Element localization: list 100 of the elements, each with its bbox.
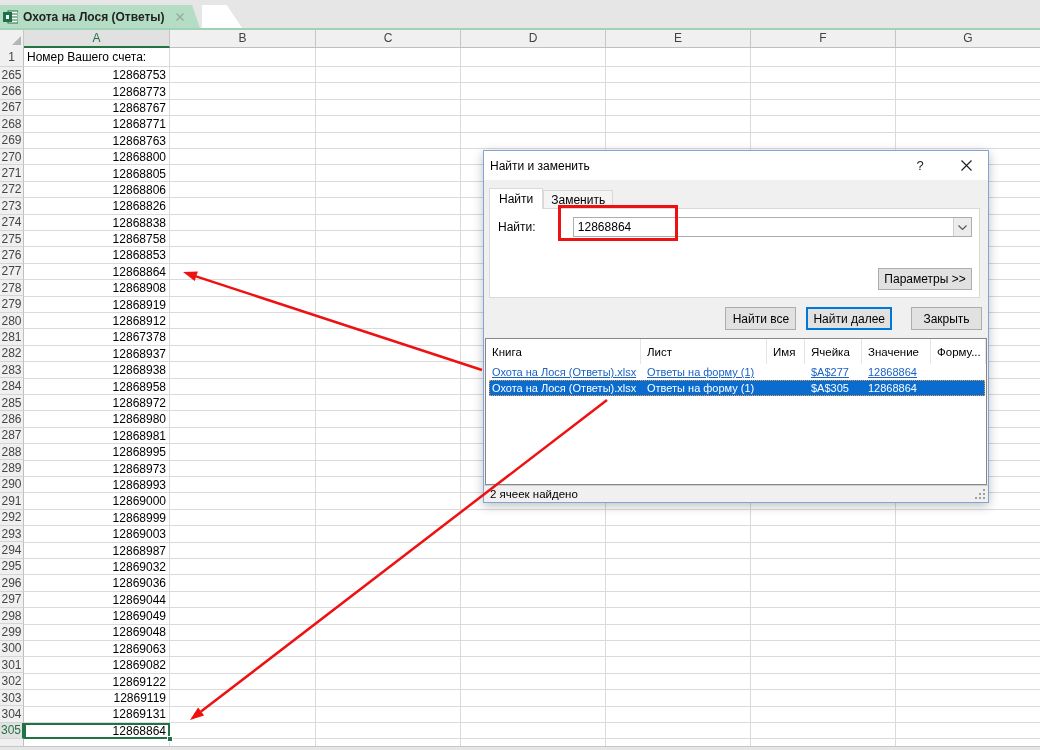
table-cell[interactable]: Номер Вашего счета: <box>24 47 170 67</box>
spreadsheet-icon <box>3 9 18 24</box>
row-number: 299 <box>0 624 24 641</box>
row-number: 271 <box>0 165 24 182</box>
table-cell[interactable]: 12869119 <box>24 689 170 707</box>
table-cell[interactable]: 12868806 <box>24 181 170 199</box>
table-cell[interactable]: 12868800 <box>24 148 170 166</box>
table-cell[interactable]: 12868773 <box>24 83 170 100</box>
select-all-button[interactable] <box>0 30 24 48</box>
table-cell[interactable]: 12869082 <box>24 657 170 674</box>
table-cell[interactable]: 12868938 <box>24 362 170 379</box>
table-cell[interactable]: 12868937 <box>24 345 170 363</box>
table-cell[interactable]: 12868853 <box>24 247 170 264</box>
chevron-down-icon <box>958 224 967 230</box>
column-header[interactable]: Книга <box>486 339 641 364</box>
table-cell[interactable]: 12869044 <box>24 591 170 608</box>
row-number: 284 <box>0 378 24 395</box>
table-cell[interactable]: 12868912 <box>24 312 170 330</box>
table-cell[interactable]: 12868919 <box>24 296 170 313</box>
table-cell[interactable]: 12868995 <box>24 444 170 461</box>
dropdown-button[interactable] <box>953 218 971 236</box>
column-header[interactable]: E <box>606 30 751 48</box>
row-number: 294 <box>0 542 24 559</box>
column-header[interactable]: Значение <box>862 339 931 364</box>
resize-grip-icon[interactable] <box>975 489 985 499</box>
column-header[interactable]: A <box>24 30 170 48</box>
triangle-icon <box>12 36 21 45</box>
row-number: 286 <box>0 411 24 428</box>
row-number: 281 <box>0 329 24 346</box>
new-tab[interactable] <box>202 5 242 28</box>
table-cell[interactable]: 12868767 <box>24 99 170 117</box>
table-cell[interactable]: 12868758 <box>24 230 170 248</box>
table-cell[interactable]: 12869122 <box>24 673 170 690</box>
table-cell[interactable]: 12869003 <box>24 525 170 543</box>
cell-link[interactable]: $A$305 <box>805 380 862 396</box>
table-cell[interactable]: 12869032 <box>24 558 170 576</box>
result-row[interactable]: Охота на Лося (Ответы).xlsx Ответы на форму (1) $A$277 12868864 <box>489 364 985 380</box>
column-header[interactable]: Форму... <box>931 339 986 364</box>
table-cell[interactable]: 12868826 <box>24 198 170 215</box>
table-cell[interactable]: 12868958 <box>24 378 170 395</box>
value-link[interactable]: 12868864 <box>862 364 931 380</box>
help-button[interactable]: ? <box>906 151 934 180</box>
column-header[interactable]: F <box>751 30 896 48</box>
find-label: Найти: <box>498 220 537 234</box>
dialog-tab[interactable]: Заменить <box>543 190 614 208</box>
table-cell[interactable]: 12868980 <box>24 411 170 428</box>
dialog-button[interactable]: Закрыть <box>911 307 982 330</box>
sheet-link[interactable]: Ответы на форму (1) <box>641 380 767 396</box>
table-cell[interactable]: 12868981 <box>24 427 170 444</box>
row-number: 289 <box>0 460 24 477</box>
sheet-link[interactable]: Ответы на форму (1) <box>641 364 767 380</box>
dialog-title: Найти и заменить <box>490 158 591 173</box>
table-cell[interactable]: 12869036 <box>24 575 170 592</box>
table-cell[interactable]: 12869049 <box>24 607 170 625</box>
table-cell[interactable]: 12868838 <box>24 214 170 231</box>
column-header[interactable]: D <box>461 30 606 48</box>
column-header[interactable]: Ячейка <box>805 339 862 364</box>
value-link[interactable]: 12868864 <box>862 380 931 396</box>
options-button[interactable]: Параметры >> <box>878 268 972 290</box>
table-cell[interactable]: 12868864 <box>24 263 170 281</box>
table-cell[interactable]: 12868763 <box>24 132 170 149</box>
dialog-tab[interactable]: Найти <box>489 188 544 209</box>
result-row[interactable]: Охота на Лося (Ответы).xlsx Ответы на форму (1) $A$305 12868864 <box>489 380 985 396</box>
table-cell[interactable]: 12867378 <box>24 329 170 346</box>
cell-link[interactable]: $A$277 <box>805 364 862 380</box>
column-header[interactable]: C <box>316 30 461 48</box>
table-cell[interactable]: 12868805 <box>24 165 170 182</box>
dialog-button[interactable]: Найти все <box>725 307 797 330</box>
document-tab[interactable]: Охота на Лося (Ответы) <box>0 5 200 28</box>
table-cell[interactable]: 12868987 <box>24 542 170 559</box>
column-header[interactable]: Имя <box>767 339 805 364</box>
table-cell[interactable]: 12868908 <box>24 280 170 297</box>
close-icon[interactable] <box>176 12 184 21</box>
table-cell[interactable]: 12868753 <box>24 67 170 84</box>
table-cell[interactable]: 12868864 <box>24 722 170 739</box>
close-icon <box>960 160 972 171</box>
table-cell[interactable]: 12868993 <box>24 476 170 494</box>
row-number: 301 <box>0 657 24 674</box>
column-header[interactable]: G <box>896 30 1040 48</box>
table-cell[interactable]: 12869063 <box>24 640 170 658</box>
table-cell[interactable]: 12868973 <box>24 460 170 477</box>
table-cell[interactable]: 12868771 <box>24 116 170 133</box>
table-cell[interactable]: 12868972 <box>24 394 170 412</box>
find-field[interactable]: 12868864 <box>572 217 972 237</box>
column-header[interactable]: B <box>170 30 316 48</box>
column-header[interactable]: Лист <box>641 339 767 364</box>
fill-handle[interactable] <box>167 736 173 742</box>
table-cell[interactable]: 12869000 <box>24 493 170 510</box>
row-number: 283 <box>0 362 24 379</box>
dialog-button[interactable]: Найти далее <box>806 307 892 330</box>
row-number: 304 <box>0 706 24 723</box>
workbook-link[interactable]: Охота на Лося (Ответы).xlsx <box>489 364 641 380</box>
workbook-link[interactable]: Охота на Лося (Ответы).xlsx <box>489 380 641 396</box>
table-cell[interactable]: 12869131 <box>24 706 170 723</box>
row-number: 266 <box>0 83 24 100</box>
row-number: 1 <box>0 47 24 67</box>
row-number: 268 <box>0 116 24 133</box>
table-cell[interactable]: 12868999 <box>24 509 170 526</box>
table-cell[interactable]: 12869048 <box>24 624 170 641</box>
row-number: 273 <box>0 198 24 215</box>
